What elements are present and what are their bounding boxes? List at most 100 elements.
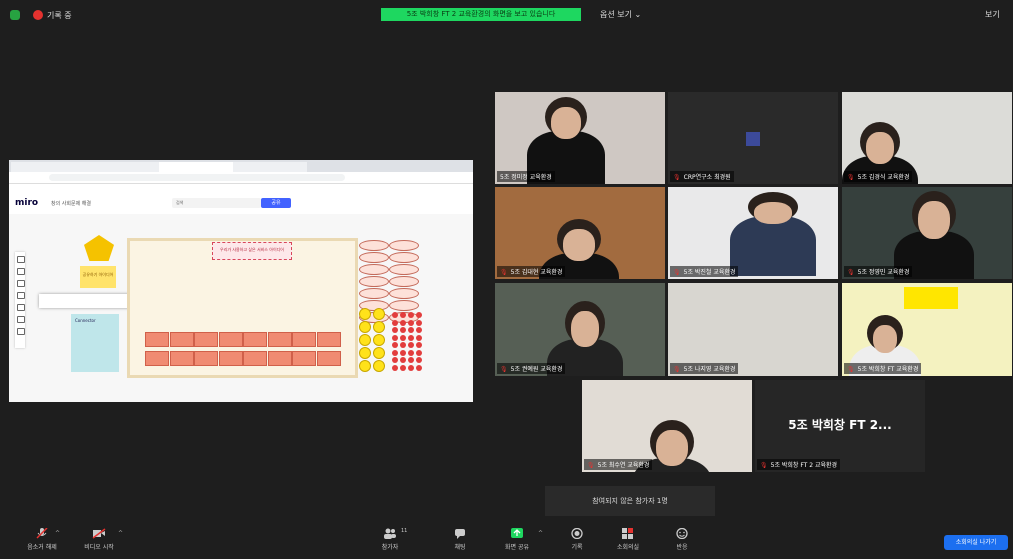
sticky-note[interactable]: 공유하기 아이디어 [80,266,116,288]
video-tile[interactable]: 🎙 5조 나지영 교육환경 [668,283,838,376]
red-dot [416,334,422,341]
chat-label: 채팅 [454,544,466,551]
pink-card[interactable] [194,332,218,347]
frame-tool-icon[interactable] [17,328,25,335]
video-tile[interactable]: 🎙 CRP연구소 최경원 [668,92,838,184]
participant-name-text: 5조 박희창 FT 2 교육환경 [770,462,838,469]
shared-screen[interactable]: miro 창의 사회문제 해결 검색 공유 공유하기 아이디어 Connecto… [9,160,473,402]
video-tile[interactable]: 🎙 5조 최수연 교육환경 [582,380,752,472]
browser-tab[interactable] [11,162,85,172]
pink-card[interactable] [145,351,169,366]
video-tile[interactable]: 5조 박희창 FT 2... 🎙 5조 박희창 FT 2 교육환경 [755,380,925,472]
record-button-icon [571,528,583,539]
participants-label: 참가자 [381,544,399,551]
participant-name: 🎙 5조 박희창 FT 교육환경 [844,363,922,374]
pink-card[interactable] [316,332,341,347]
pink-card[interactable] [267,351,292,366]
oval-card [389,276,419,287]
pink-card[interactable] [218,351,243,366]
mute-caret-icon[interactable]: ^ [55,530,60,537]
muted-mic-icon: 🎙 [673,366,681,373]
red-dot [392,319,398,326]
video-tile[interactable]: 5조 정미정 교육환경 [495,92,665,184]
red-dot [408,349,414,356]
oval-card [359,252,389,263]
reactions-button[interactable]: 반응 [662,528,702,556]
yellow-circle [359,334,371,346]
participant-name-text: 5조 나지영 교육환경 [683,366,736,373]
pink-card[interactable] [316,351,341,366]
connector-tool-icon[interactable] [17,316,25,323]
miro-tool-panel [15,252,25,348]
video-label: 비디오 시작 [84,544,114,551]
smiley-icon [676,528,688,539]
red-dot [400,312,406,318]
sticky-note-text: 공유하기 아이디어 [82,272,114,277]
share-screen-label: 화면 공유 [505,544,529,551]
red-dot [392,342,398,348]
video-caret-icon[interactable]: ^ [118,530,123,537]
participant-face [571,311,599,347]
miro-search-input[interactable]: 검색 [172,198,261,208]
frame-title-note[interactable]: 우리가 사용하고 싶은 서비스 아이디어 [212,242,292,260]
pink-card[interactable] [169,332,194,347]
pink-card[interactable] [267,332,292,347]
pink-card[interactable] [292,351,316,366]
blue-sticky-note[interactable]: Connector [71,314,119,372]
miro-share-button[interactable]: 공유 [261,198,291,208]
board-name[interactable]: 창의 사회문제 해결 [51,200,91,207]
pink-card[interactable] [243,351,267,366]
share-caret-icon[interactable]: ^ [538,530,543,537]
caption-banner: 참여되지 않은 참가자 1명 [545,486,715,516]
red-dot [400,342,406,348]
pink-card[interactable] [194,351,218,366]
muted-mic-icon: 🎙 [847,366,855,373]
share-screen-button[interactable]: 화면 공유 [497,528,537,556]
record-button[interactable]: 기록 [557,528,597,556]
breakout-rooms-button[interactable]: 소회의실 [608,528,648,556]
video-tile[interactable]: 🎙 5조 정영민 교육환경 [842,187,1012,279]
frame-title-text: 우리가 사용하고 싶은 서비스 아이디어 [220,247,284,252]
pink-card[interactable] [145,332,169,347]
pink-card[interactable] [243,332,267,347]
url-field[interactable] [49,174,345,181]
browser-tab-active[interactable] [159,162,233,172]
participant-name: 🎙 CRP연구소 최경원 [670,171,734,182]
browser-tab[interactable] [233,162,307,172]
oval-card [389,240,419,251]
leave-breakout-button[interactable]: 소회의실 나가기 [944,535,1008,550]
participants-count: 11 [401,528,408,534]
pink-card[interactable] [169,351,194,366]
participant-face [866,132,894,164]
shield-icon[interactable] [10,10,20,20]
chat-button[interactable]: 채팅 [440,528,480,556]
participant-name-text: 5조 김대현 교육환경 [510,269,563,276]
oval-card [359,264,389,275]
breakout-rooms-label: 소회의실 [616,544,640,551]
yellow-circle [373,347,385,359]
video-tile[interactable]: 🎙 5조 김대현 교육환경 [495,187,665,279]
red-dot [408,342,414,348]
sticky-tool-icon[interactable] [17,280,25,287]
video-tile[interactable]: 🎙 5조 권예원 교육환경 [495,283,665,376]
view-button[interactable]: 보기 [985,9,1000,20]
text-tool-icon[interactable] [17,268,25,275]
muted-mic-icon: 🎙 [847,269,855,276]
pink-card[interactable] [218,332,243,347]
browser-tab[interactable] [85,162,159,172]
video-tile[interactable]: 🎙 5조 박진철 교육환경 [668,187,838,279]
muted-mic-icon: 🎙 [847,174,855,181]
video-button[interactable]: 비디오 시작 [79,528,119,556]
view-options-button[interactable]: 옵션 보기 ⌄ [600,9,641,20]
sharing-banner: 5조 박희창 FT 2 교육환경의 화면을 보고 있습니다 [381,8,581,21]
video-tile[interactable]: 🎙 5조 김경식 교육환경 [842,92,1012,184]
video-tile[interactable]: 🎙 5조 박희창 FT 교육환경 [842,283,1012,376]
avatar [746,132,760,146]
pink-card[interactable] [292,332,316,347]
pen-tool-icon[interactable] [17,292,25,299]
participant-name: 🎙 5조 김대현 교육환경 [497,266,566,277]
record-label: 기록 [571,544,583,551]
participant-name: 🎙 5조 나지영 교육환경 [670,363,739,374]
select-tool-icon[interactable] [17,256,25,263]
shape-tool-icon[interactable] [17,304,25,311]
